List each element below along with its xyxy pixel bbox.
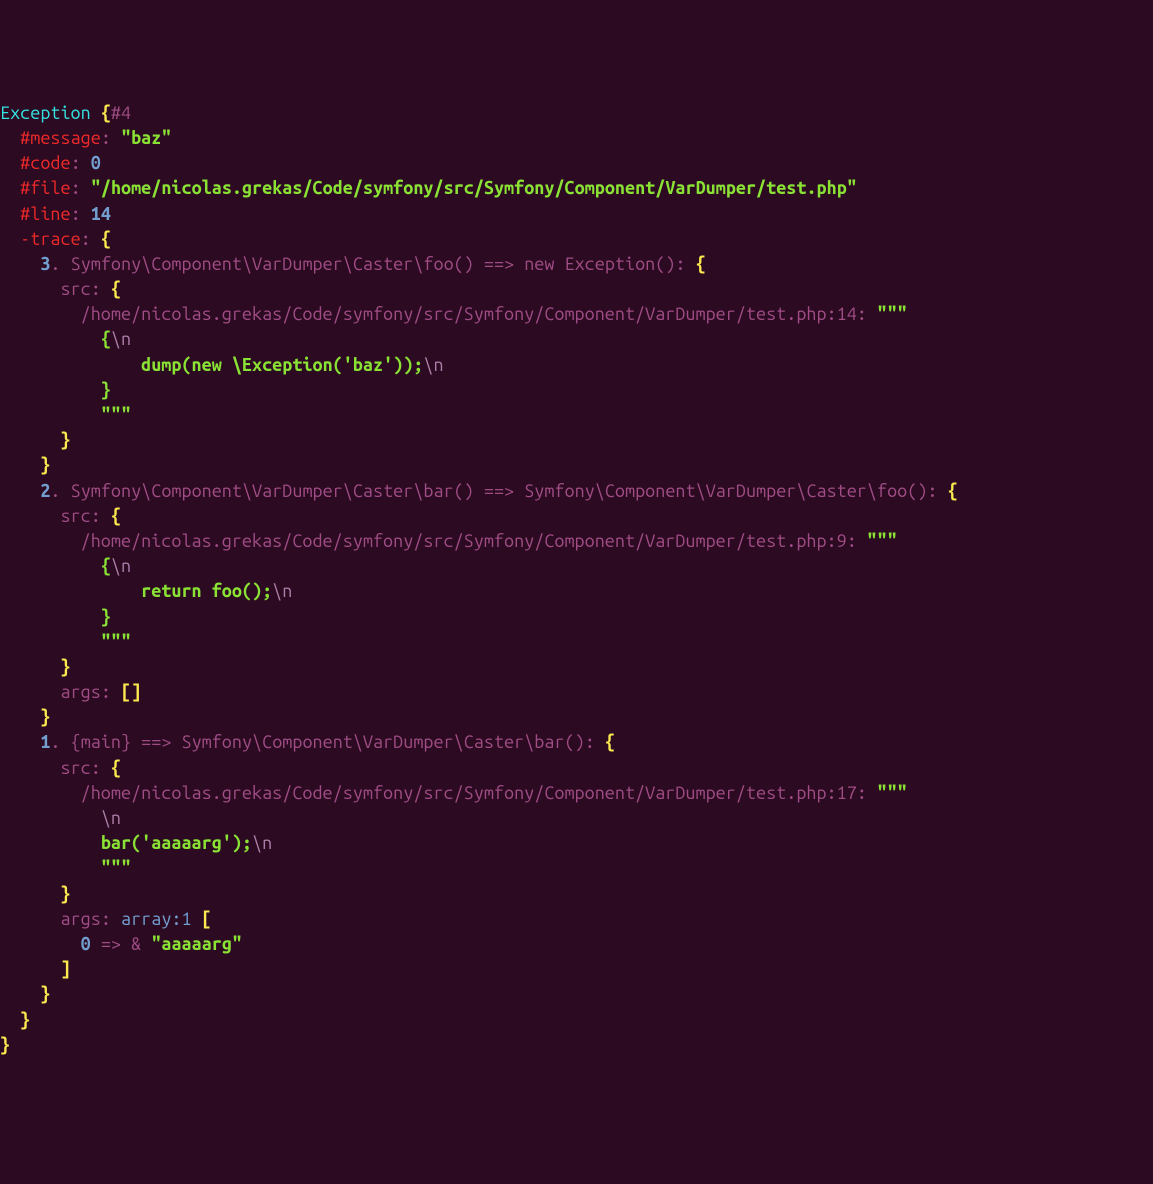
code-line-3: dump(new \Exception('baz')); xyxy=(101,355,424,375)
trace-call-3: Symfony\Component\VarDumper\Caster\foo()… xyxy=(71,254,676,274)
code-line-1: bar('aaaaarg'); xyxy=(101,833,252,853)
var-dump-output: Exception {#4 #message: "baz" #code: 0 #… xyxy=(0,101,1153,1058)
trace-num-1: 1 xyxy=(40,732,50,752)
message-value: "baz" xyxy=(121,128,171,148)
file-key: #file xyxy=(20,178,70,198)
trace-key: -trace xyxy=(20,229,80,249)
src-key: src xyxy=(60,279,90,299)
newline-escape: \n xyxy=(111,329,131,349)
file-value: "/home/nicolas.grekas/Code/symfony/src/S… xyxy=(91,178,857,198)
code-line-2: return foo(); xyxy=(101,581,272,601)
trace-src-file-1: /home/nicolas.grekas/Code/symfony/src/Sy… xyxy=(81,783,857,803)
args-empty: [] xyxy=(121,682,141,702)
trace-call-2: Symfony\Component\VarDumper\Caster\bar()… xyxy=(71,481,928,501)
trace-num-2: 2 xyxy=(40,481,50,501)
ref: #4 xyxy=(111,103,131,123)
code-value: 0 xyxy=(91,153,101,173)
args-key: args xyxy=(60,682,100,702)
triple-quote: """ xyxy=(877,304,907,324)
exception-class: Exception xyxy=(0,103,91,123)
line-value: 14 xyxy=(91,204,111,224)
brace-close: } xyxy=(0,1035,10,1055)
trace-num-3: 3 xyxy=(40,254,50,274)
args-type: array:1 xyxy=(121,909,192,929)
code-key: #code xyxy=(20,153,70,173)
trace-src-file-3: /home/nicolas.grekas/Code/symfony/src/Sy… xyxy=(81,304,857,324)
brace-open: { xyxy=(101,103,111,123)
colon: : xyxy=(101,128,111,148)
line-key: #line xyxy=(20,204,70,224)
trace-src-file-2: /home/nicolas.grekas/Code/symfony/src/Sy… xyxy=(81,531,847,551)
trace-call-1: {main} ==> Symfony\Component\VarDumper\C… xyxy=(71,732,585,752)
message-key: #message xyxy=(20,128,101,148)
